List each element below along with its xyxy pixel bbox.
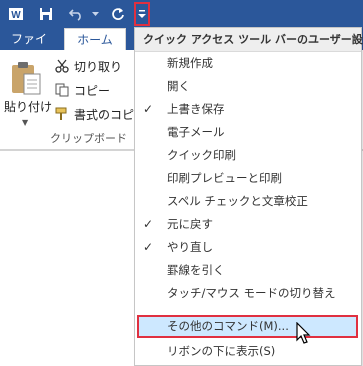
menu-item-label: リボンの下に表示(S) — [167, 344, 276, 358]
undo-icon[interactable] — [66, 0, 88, 28]
check-icon: ✓ — [143, 217, 154, 231]
redo-icon[interactable] — [108, 0, 128, 28]
cut-label: 切り取り — [74, 59, 123, 74]
menu-item-touch-mode[interactable]: タッチ/マウス モードの切り替え — [135, 282, 361, 305]
undo-dropdown-icon[interactable] — [90, 0, 100, 28]
menu-item-label: タッチ/マウス モードの切り替え — [167, 286, 336, 300]
save-icon[interactable] — [36, 0, 56, 28]
copy-button[interactable]: コピー — [54, 80, 110, 100]
menu-item-label: 上書き保存 — [167, 102, 225, 116]
tab-home[interactable]: ホーム — [64, 28, 126, 50]
menu-item-print-preview[interactable]: 印刷プレビューと印刷 — [135, 167, 361, 190]
menu-item-draw-table[interactable]: 罫線を引く — [135, 259, 361, 282]
menu-item-quick-print[interactable]: クイック印刷 — [135, 144, 361, 167]
paste-icon — [12, 62, 41, 95]
menu-item-new[interactable]: 新規作成 — [135, 52, 361, 75]
format-painter-icon — [54, 106, 70, 122]
quick-access-toolbar: W — [0, 0, 363, 28]
menu-item-label: スペル チェックと文章校正 — [167, 194, 308, 208]
check-icon: ✓ — [143, 102, 154, 116]
word-icon: W — [6, 0, 26, 28]
format-painter-button[interactable]: 書式のコピー — [54, 104, 146, 124]
menu-item-label: 罫線を引く — [167, 263, 225, 277]
menu-item-label: 電子メール — [167, 125, 225, 139]
menu-item-label: 新規作成 — [167, 56, 213, 70]
menu-item-save[interactable]: ✓ 上書き保存 — [135, 98, 361, 121]
customize-qat-button[interactable] — [134, 2, 150, 26]
menu-item-more-commands[interactable]: その他のコマンド(M)... — [137, 315, 358, 338]
copy-icon — [54, 82, 70, 98]
scissors-icon — [54, 58, 70, 74]
cut-button[interactable]: 切り取り — [54, 56, 122, 76]
paste-button[interactable]: 貼り付け ▼ — [4, 60, 52, 150]
mouse-cursor-icon — [296, 322, 311, 344]
menu-item-redo[interactable]: ✓ やり直し — [135, 236, 361, 259]
menu-item-email[interactable]: 電子メール — [135, 121, 361, 144]
menu-item-label: 元に戻す — [167, 217, 213, 231]
svg-text:W: W — [11, 10, 21, 21]
paste-label: 貼り付け — [4, 100, 53, 114]
copy-label: コピー — [74, 83, 111, 98]
menu-item-spelling[interactable]: スペル チェックと文章校正 — [135, 190, 361, 213]
menu-item-label: その他のコマンド(M)... — [167, 319, 289, 333]
menu-item-label: やり直し — [167, 240, 213, 254]
customize-qat-icon — [138, 10, 146, 18]
menu-item-show-below-ribbon[interactable]: リボンの下に表示(S) — [135, 340, 361, 363]
clipboard-group-label: クリップボード — [50, 132, 127, 145]
menu-title: クイック アクセス ツール バーのユーザー設定 — [135, 28, 363, 52]
menu-item-label: 印刷プレビューと印刷 — [167, 171, 282, 185]
check-icon: ✓ — [143, 240, 154, 254]
customize-qat-menu: クイック アクセス ツール バーのユーザー設定 新規作成 開く ✓ 上書き保存 … — [134, 27, 363, 366]
tab-file[interactable]: ファイル — [0, 28, 58, 68]
paste-dropdown-icon[interactable]: ▼ — [22, 118, 28, 127]
menu-item-label: 開く — [167, 79, 190, 93]
menu-item-open[interactable]: 開く — [135, 75, 361, 98]
menu-item-label: クイック印刷 — [167, 148, 236, 162]
menu-item-undo[interactable]: ✓ 元に戻す — [135, 213, 361, 236]
